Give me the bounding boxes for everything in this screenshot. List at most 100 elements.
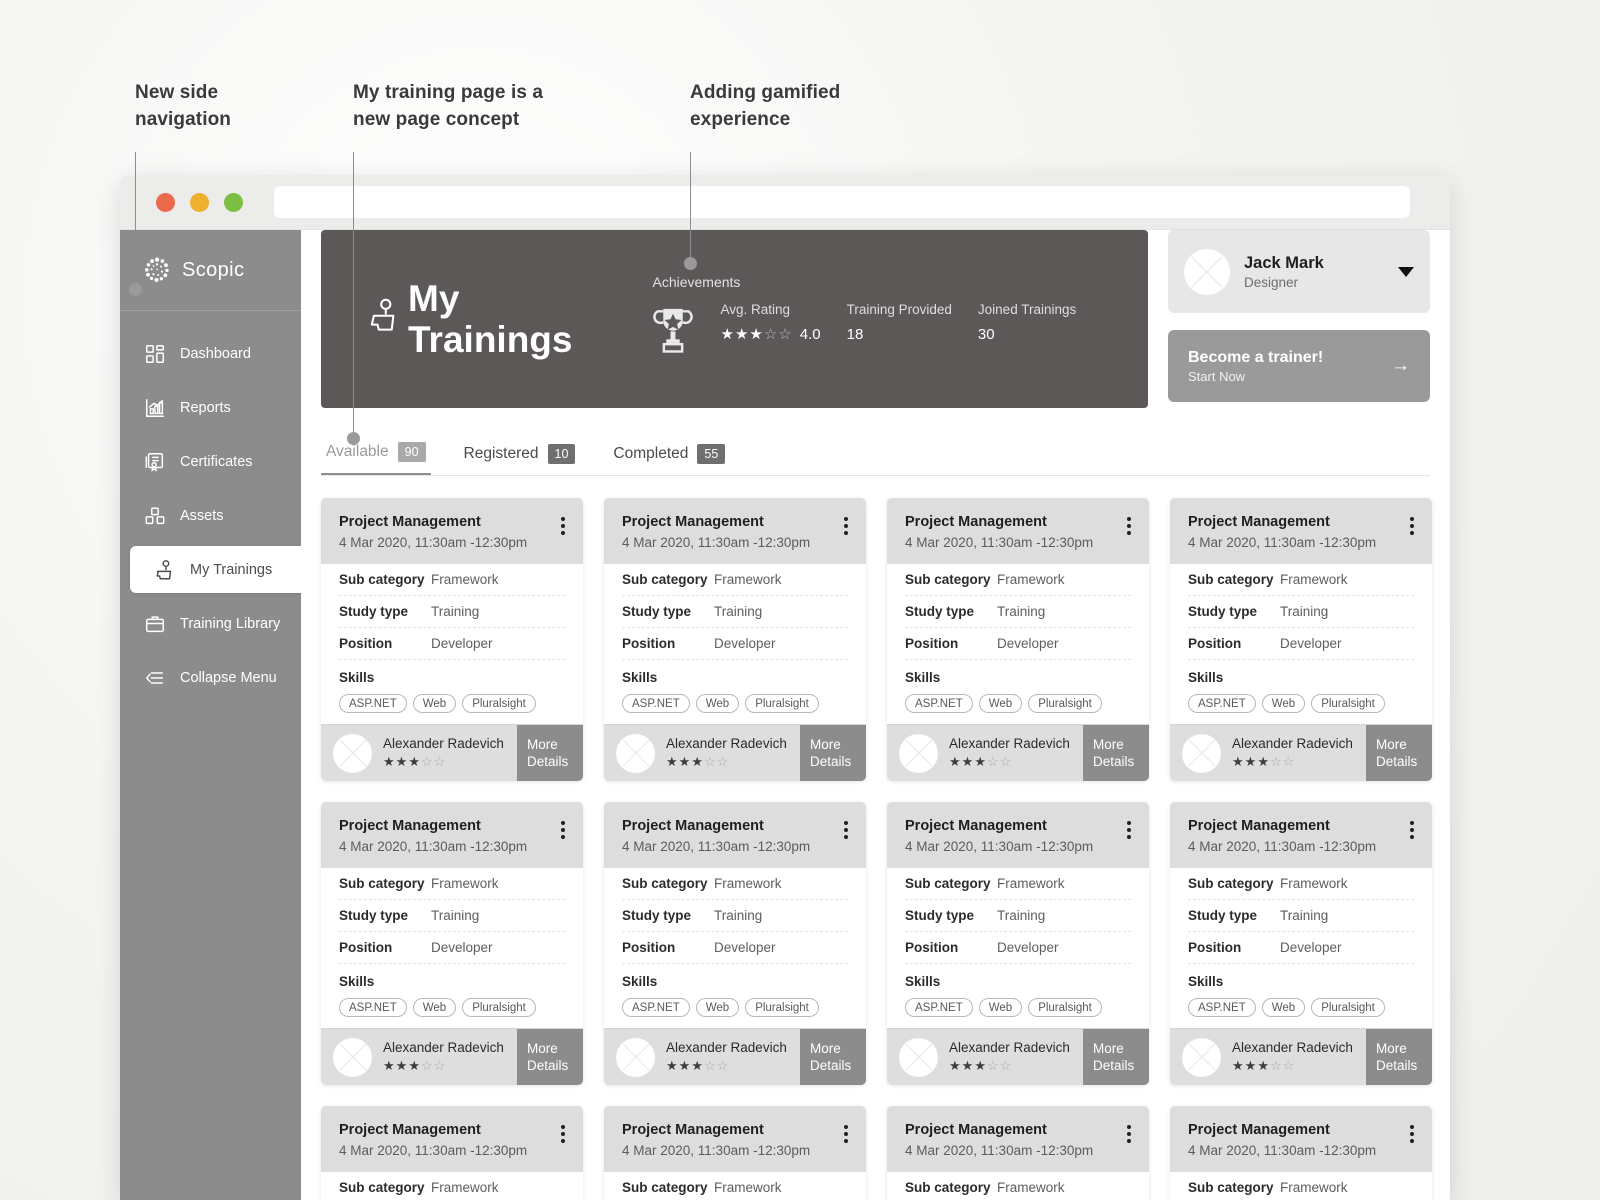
more-details-button[interactable]: More Details xyxy=(517,1029,583,1085)
maximize-window-button[interactable] xyxy=(224,192,243,212)
tab-registered[interactable]: Registered 10 xyxy=(459,444,581,475)
card-menu-icon[interactable] xyxy=(1410,1122,1414,1143)
user-profile-card[interactable]: Jack Mark Designer xyxy=(1168,230,1430,313)
card-menu-icon[interactable] xyxy=(844,818,848,839)
skill-pill[interactable]: ASP.NET xyxy=(1188,694,1256,713)
card-header: Project Management 4 Mar 2020, 11:30am -1… xyxy=(604,802,866,868)
close-window-button[interactable] xyxy=(156,192,175,212)
more-details-button[interactable]: More Details xyxy=(1083,725,1149,781)
window-controls[interactable] xyxy=(136,192,243,212)
row-key: Sub category xyxy=(905,1180,991,1195)
arrow-right-icon[interactable]: → xyxy=(1391,355,1410,377)
skill-pill[interactable]: Web xyxy=(412,998,457,1017)
training-card[interactable]: Project Management 4 Mar 2020, 11:30am -1… xyxy=(604,802,866,1085)
more-details-button[interactable]: More Details xyxy=(800,1029,866,1085)
sidebar-item-collapse-menu[interactable]: Collapse Menu xyxy=(120,654,301,701)
sidebar-item-certificates[interactable]: Certificates xyxy=(120,438,301,485)
card-menu-icon[interactable] xyxy=(1127,818,1131,839)
sidebar-item-training-library[interactable]: Training Library xyxy=(120,600,301,647)
card-footer: Alexander Radevich ★ ★ ★ ☆ ☆ More Details xyxy=(321,724,583,781)
skill-pill[interactable]: Pluralsight xyxy=(1311,998,1385,1017)
row-key: Sub category xyxy=(1188,1180,1274,1195)
training-card[interactable]: Project Management 4 Mar 2020, 11:30am -1… xyxy=(321,498,583,781)
card-menu-icon[interactable] xyxy=(1410,818,1414,839)
minimize-window-button[interactable] xyxy=(190,192,209,212)
tab-completed[interactable]: Completed 55 xyxy=(608,444,730,475)
skill-pill[interactable]: Web xyxy=(695,694,740,713)
tab-available[interactable]: Available 90 xyxy=(321,442,431,475)
card-header: Project Management 4 Mar 2020, 11:30am -1… xyxy=(887,1106,1149,1172)
trainer-rating-stars: ★ ★ ★ ☆ ☆ xyxy=(949,1058,1012,1073)
trainer-name: Alexander Radevich xyxy=(949,1040,1070,1055)
skill-pill[interactable]: Pluralsight xyxy=(745,694,819,713)
skill-pill[interactable]: ASP.NET xyxy=(339,998,407,1017)
become-trainer-card[interactable]: Become a trainer! Start Now → xyxy=(1168,330,1430,402)
card-header: Project Management 4 Mar 2020, 11:30am -1… xyxy=(1170,498,1432,564)
stat-value-wrap: ★ ★ ★ ☆ ☆ 4.0 xyxy=(720,326,820,343)
skills-label: Skills xyxy=(339,974,375,989)
avatar xyxy=(1182,1037,1221,1077)
more-details-line2: Details xyxy=(1376,754,1418,769)
more-details-button[interactable]: More Details xyxy=(800,725,866,781)
training-card[interactable]: Project Management 4 Mar 2020, 11:30am -1… xyxy=(1170,802,1432,1085)
sidebar-item-dashboard[interactable]: Dashboard xyxy=(120,330,301,377)
address-bar[interactable] xyxy=(274,186,1410,218)
skill-pill[interactable]: ASP.NET xyxy=(1188,998,1256,1017)
skill-pill[interactable]: Pluralsight xyxy=(462,998,536,1017)
more-details-line2: Details xyxy=(1093,1058,1135,1073)
sidebar-item-assets[interactable]: Assets xyxy=(120,492,301,539)
more-details-button[interactable]: More Details xyxy=(517,725,583,781)
more-details-button[interactable]: More Details xyxy=(1366,725,1432,781)
training-card[interactable]: Project Management 4 Mar 2020, 11:30am -1… xyxy=(887,1106,1149,1200)
training-card[interactable]: Project Management 4 Mar 2020, 11:30am -1… xyxy=(887,498,1149,781)
more-details-line2: Details xyxy=(1093,754,1135,769)
skill-pill[interactable]: Pluralsight xyxy=(745,998,819,1017)
table-row: Position Developer xyxy=(1188,628,1414,660)
card-menu-icon[interactable] xyxy=(1127,1122,1131,1143)
training-card[interactable]: Project Management 4 Mar 2020, 11:30am -1… xyxy=(604,498,866,781)
card-menu-icon[interactable] xyxy=(561,514,565,535)
more-details-button[interactable]: More Details xyxy=(1083,1029,1149,1085)
card-menu-icon[interactable] xyxy=(1410,514,1414,535)
sidebar-item-reports[interactable]: Reports xyxy=(120,384,301,431)
card-menu-icon[interactable] xyxy=(561,818,565,839)
annotation-line: Adding gamified xyxy=(690,82,841,103)
training-card[interactable]: Project Management 4 Mar 2020, 11:30am -1… xyxy=(1170,1106,1432,1200)
training-card[interactable]: Project Management 4 Mar 2020, 11:30am -1… xyxy=(321,802,583,1085)
skill-pill[interactable]: ASP.NET xyxy=(622,694,690,713)
training-card[interactable]: Project Management 4 Mar 2020, 11:30am -1… xyxy=(1170,498,1432,781)
row-key: Position xyxy=(622,636,676,651)
more-details-button[interactable]: More Details xyxy=(1366,1029,1432,1085)
skill-pill[interactable]: Web xyxy=(1261,694,1306,713)
skill-pill[interactable]: Pluralsight xyxy=(1311,694,1385,713)
chevron-down-icon[interactable] xyxy=(1398,266,1414,277)
brand[interactable]: Scopic xyxy=(120,230,301,311)
skill-pill[interactable]: Web xyxy=(695,998,740,1017)
card-menu-icon[interactable] xyxy=(1127,514,1131,535)
tab-count-badge: 55 xyxy=(697,444,726,464)
table-row: Study type Training xyxy=(905,596,1131,628)
trainer-info: Alexander Radevich ★ ★ ★ ☆ ☆ xyxy=(949,736,1070,770)
skill-pill[interactable]: Web xyxy=(978,998,1023,1017)
skill-pill[interactable]: Web xyxy=(1261,998,1306,1017)
card-menu-icon[interactable] xyxy=(844,1122,848,1143)
training-card[interactable]: Project Management 4 Mar 2020, 11:30am -1… xyxy=(604,1106,866,1200)
skill-pill[interactable]: ASP.NET xyxy=(622,998,690,1017)
sidebar-item-my-trainings[interactable]: My Trainings xyxy=(130,546,301,593)
skill-pills: ASP.NET Web Pluralsight xyxy=(622,998,848,1017)
skill-pill[interactable]: Pluralsight xyxy=(462,694,536,713)
skill-pill[interactable]: Web xyxy=(978,694,1023,713)
training-card[interactable]: Project Management 4 Mar 2020, 11:30am -1… xyxy=(887,802,1149,1085)
skill-pill[interactable]: Web xyxy=(412,694,457,713)
card-header-text: Project Management 4 Mar 2020, 11:30am -1… xyxy=(339,514,527,550)
row-value: Developer xyxy=(997,940,1059,955)
skill-pill[interactable]: ASP.NET xyxy=(905,694,973,713)
card-footer: Alexander Radevich ★ ★ ★ ☆ ☆ More Details xyxy=(604,1028,866,1085)
training-card[interactable]: Project Management 4 Mar 2020, 11:30am -1… xyxy=(321,1106,583,1200)
skill-pill[interactable]: Pluralsight xyxy=(1028,694,1102,713)
card-menu-icon[interactable] xyxy=(844,514,848,535)
skill-pill[interactable]: ASP.NET xyxy=(905,998,973,1017)
skill-pill[interactable]: Pluralsight xyxy=(1028,998,1102,1017)
card-menu-icon[interactable] xyxy=(561,1122,565,1143)
skill-pill[interactable]: ASP.NET xyxy=(339,694,407,713)
